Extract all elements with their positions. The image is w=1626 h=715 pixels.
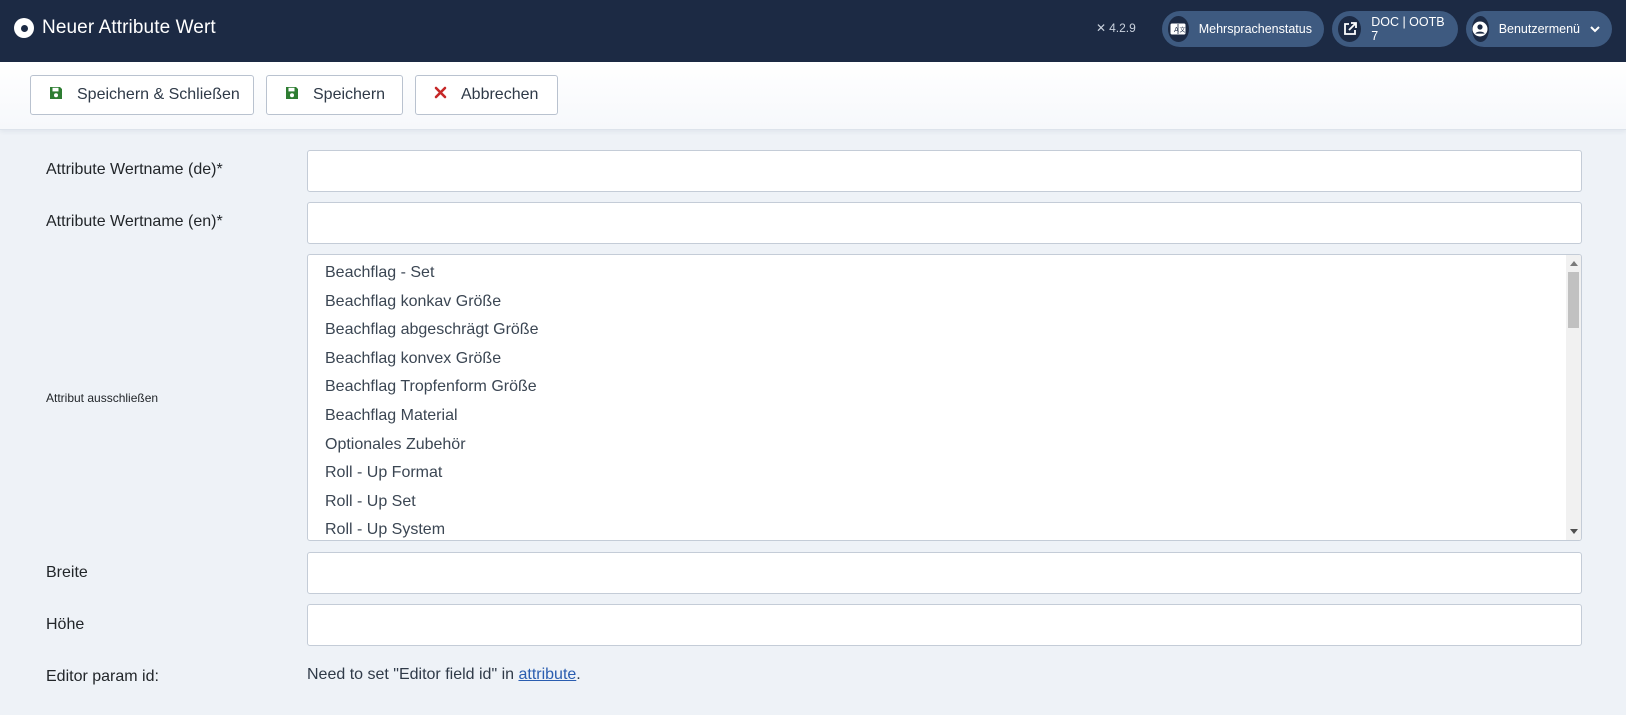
name-en-input[interactable] — [308, 203, 1581, 243]
list-item[interactable]: Beachflag konkav Größe — [308, 288, 1581, 317]
joomla-logo-icon[interactable] — [14, 18, 34, 38]
height-field[interactable] — [307, 604, 1582, 646]
list-item[interactable]: Optionales Zubehör — [308, 431, 1581, 460]
exclude-attribute-label: Attribut ausschließen — [46, 391, 159, 405]
width-field[interactable] — [307, 552, 1582, 594]
width-input[interactable] — [308, 553, 1581, 593]
user-menu-label: Benutzermenü — [1498, 22, 1580, 36]
view-site-button[interactable]: DOC | OOTB 7 — [1332, 11, 1458, 47]
app-header: Neuer Attribute Wert ✕ 4.2.9 A 文 Mehrspr… — [0, 0, 1626, 62]
height-label: Höhe — [46, 616, 85, 633]
height-input[interactable] — [308, 605, 1581, 645]
name-en-label: Attribute Wertname (en)* — [46, 213, 223, 230]
editor-param-note: Need to set "Editor field id" in attribu… — [307, 666, 581, 684]
scrollbar-thumb[interactable] — [1568, 272, 1579, 328]
list-item[interactable]: Roll - Up Format — [308, 459, 1581, 488]
name-de-input[interactable] — [308, 151, 1581, 191]
save-close-button[interactable]: Speichern & Schließen — [30, 75, 254, 115]
user-menu-button[interactable]: Benutzermenü — [1466, 11, 1612, 47]
version-info: ✕ 4.2.9 — [1096, 21, 1136, 35]
toolbar: Speichern & Schließen Speichern Abbreche… — [0, 62, 1626, 130]
list-item[interactable]: Beachflag abgeschrägt Größe — [308, 316, 1581, 345]
language-status-label: Mehrsprachenstatus — [1198, 22, 1312, 36]
name-de-field[interactable] — [307, 150, 1582, 192]
scroll-up-arrow-icon[interactable] — [1570, 261, 1578, 266]
scroll-down-arrow-icon[interactable] — [1570, 529, 1578, 534]
list-item[interactable]: Beachflag Material — [308, 402, 1581, 431]
editor-note-suffix: . — [576, 666, 581, 683]
save-close-label: Speichern & Schließen — [77, 86, 240, 103]
chevron-down-icon — [1590, 22, 1600, 36]
list-item[interactable]: Roll - Up Set — [308, 488, 1581, 517]
list-item[interactable]: Beachflag - Set — [308, 259, 1581, 288]
floppy-disk-icon — [49, 86, 63, 105]
language-status-button[interactable]: A 文 Mehrsprachenstatus — [1162, 11, 1324, 47]
version-number: 4.2.9 — [1109, 21, 1136, 35]
save-button[interactable]: Speichern — [266, 75, 403, 115]
user-circle-icon — [1472, 16, 1489, 42]
svg-text:文: 文 — [1180, 26, 1186, 34]
translate-icon: A 文 — [1168, 16, 1189, 42]
save-label: Speichern — [313, 86, 386, 103]
close-icon — [434, 86, 447, 104]
site-name-label: DOC | OOTB 7 — [1371, 15, 1445, 43]
listbox-scrollbar[interactable] — [1566, 255, 1581, 540]
cancel-button[interactable]: Abbrechen — [415, 75, 558, 115]
attribute-link[interactable]: attribute — [518, 666, 576, 683]
floppy-disk-icon — [285, 86, 299, 105]
list-item[interactable]: Roll - Up System — [308, 516, 1581, 540]
exclude-attribute-listbox[interactable]: Beachflag - Set Beachflag konkav Größe B… — [307, 254, 1582, 541]
exclude-attribute-options: Beachflag - Set Beachflag konkav Größe B… — [308, 255, 1581, 540]
editor-note-text: Need to set "Editor field id" in — [307, 666, 519, 683]
editor-param-label: Editor param id: — [46, 668, 159, 685]
external-link-icon — [1338, 16, 1362, 42]
page-title: Neuer Attribute Wert — [42, 17, 216, 38]
list-item[interactable]: Beachflag Tropfenform Größe — [308, 373, 1581, 402]
name-en-field[interactable] — [307, 202, 1582, 244]
width-label: Breite — [46, 564, 88, 581]
joomla-version-icon: ✕ — [1096, 21, 1107, 35]
name-de-label: Attribute Wertname (de)* — [46, 161, 223, 178]
cancel-label: Abbrechen — [461, 86, 539, 103]
list-item[interactable]: Beachflag konvex Größe — [308, 345, 1581, 374]
